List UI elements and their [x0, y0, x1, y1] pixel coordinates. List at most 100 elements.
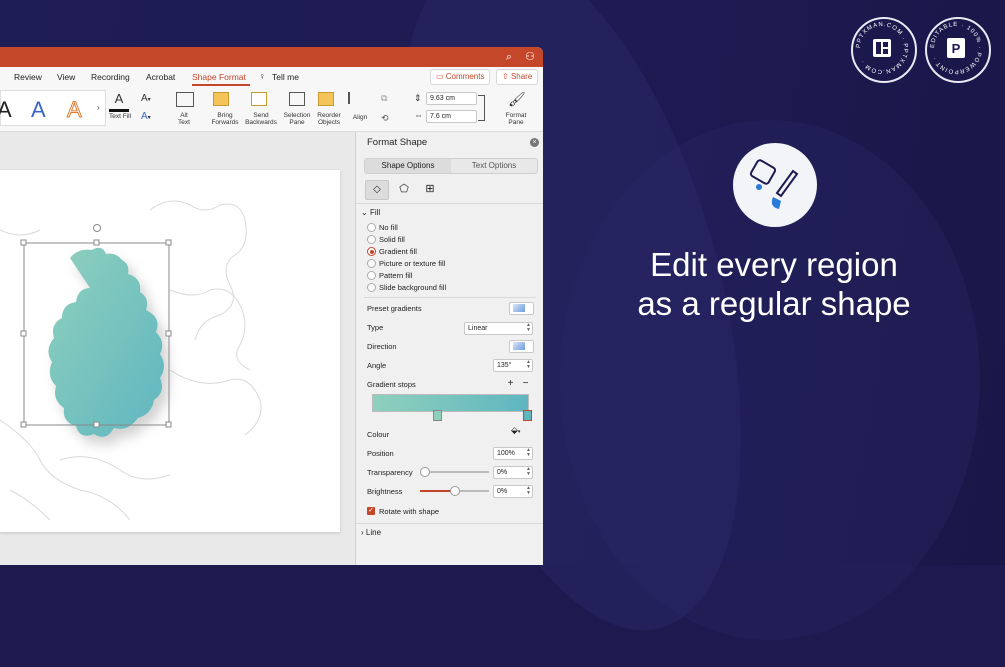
tab-review[interactable]: Review: [14, 72, 42, 82]
align-icon[interactable]: [348, 92, 366, 104]
colour-picker-icon[interactable]: ⬙▾: [511, 425, 531, 437]
direction-picker[interactable]: [509, 340, 534, 353]
pattern-fill-label[interactable]: Pattern fill: [379, 271, 412, 280]
tab-acrobat[interactable]: Acrobat: [146, 72, 175, 82]
size-properties-icon[interactable]: ⊞: [420, 180, 440, 198]
pattern-fill-radio[interactable]: [367, 271, 376, 280]
gradient-stop-handle-2[interactable]: [523, 410, 532, 421]
brightness-slider-thumb[interactable]: [450, 486, 460, 496]
preset-gradients-picker[interactable]: [509, 302, 534, 315]
chevron-down-icon: ⌄: [361, 208, 370, 217]
type-select[interactable]: Linear ▲ ▼: [464, 322, 533, 335]
slide-area: [0, 132, 355, 565]
lightbulb-icon: ♀: [259, 71, 266, 81]
bring-forwards-icon[interactable]: [213, 92, 229, 106]
spinner-icon: ▲ ▼: [526, 322, 531, 333]
spinner-icon: ▲ ▼: [526, 359, 531, 370]
active-tab-indicator: [192, 84, 250, 86]
bring-forwards-label[interactable]: Bring Forwards: [205, 112, 245, 126]
reorder-objects-icon[interactable]: [318, 92, 334, 106]
rotate-icon[interactable]: ⟲: [381, 113, 389, 124]
spinner-icon: ▲ ▼: [526, 485, 531, 496]
tab-view[interactable]: View: [57, 72, 75, 82]
text-fill-label[interactable]: Text Fill: [106, 113, 134, 120]
picture-fill-label[interactable]: Picture or texture fill: [379, 259, 445, 268]
angle-field[interactable]: 135° ▲ ▼: [493, 359, 533, 372]
line-section-header[interactable]: › Line: [361, 528, 381, 537]
gradient-fill-label[interactable]: Gradient fill: [379, 247, 417, 256]
wordart-style-black[interactable]: A: [0, 97, 12, 123]
gallery-more-icon[interactable]: ›: [97, 103, 100, 112]
tab-shape-format[interactable]: Shape Format: [192, 72, 246, 82]
brightness-label: Brightness: [367, 487, 403, 496]
tab-recording[interactable]: Recording: [91, 72, 130, 82]
headline-line-1: Edit every region: [650, 246, 898, 283]
alt-text-icon[interactable]: [176, 92, 194, 107]
alt-text-label[interactable]: Alt Text: [170, 112, 198, 126]
slide-background-fill-radio[interactable]: [367, 283, 376, 292]
picture-fill-radio[interactable]: [367, 259, 376, 268]
width-icon: ⇔: [414, 110, 423, 120]
group-icon[interactable]: ⧉: [381, 93, 387, 104]
angle-value: 135°: [497, 362, 512, 369]
collaborate-icon[interactable]: ⚇: [524, 51, 536, 63]
direction-label: Direction: [367, 342, 397, 351]
reorder-objects-label[interactable]: Reorder Objects: [310, 112, 348, 126]
position-field[interactable]: 100% ▲ ▼: [493, 447, 533, 460]
ribbon: A A A › A Text Fill A▾ A▾ Alt Text Bring…: [0, 87, 543, 132]
slide-canvas[interactable]: [0, 170, 340, 532]
format-pane-label[interactable]: Format Pane: [500, 112, 532, 126]
send-backwards-label[interactable]: Send Backwards: [241, 112, 281, 126]
transparency-label: Transparency: [367, 468, 413, 477]
comment-icon: ▭: [436, 72, 446, 81]
transparency-field[interactable]: 0% ▲ ▼: [493, 466, 533, 479]
fill-line-icon[interactable]: ◇: [365, 180, 389, 200]
rotation-handle[interactable]: [93, 224, 101, 232]
colour-label: Colour: [367, 430, 390, 439]
comments-label: Comments: [445, 72, 485, 81]
wordart-gallery[interactable]: A A A: [0, 90, 106, 126]
comments-button[interactable]: ▭ Comments: [430, 69, 491, 85]
height-icon: ⇕: [414, 93, 422, 103]
transparency-slider[interactable]: [422, 471, 489, 473]
headline-line-2: as a regular shape: [637, 285, 911, 322]
height-value: 9.63 cm: [430, 95, 455, 102]
text-fill-icon[interactable]: A: [109, 91, 129, 112]
wordart-style-orange[interactable]: A: [67, 97, 83, 123]
fill-section-header[interactable]: ⌄ Fill: [361, 208, 380, 217]
send-backwards-icon[interactable]: [251, 92, 267, 106]
gradient-stop-handle-1[interactable]: [433, 410, 442, 421]
width-field[interactable]: 7.6 cm: [426, 110, 477, 123]
brightness-field[interactable]: 0% ▲ ▼: [493, 485, 533, 498]
powerpoint-window: ⌕ ⚇ Review View Recording Acrobat Shape …: [0, 47, 543, 565]
selection-pane-icon[interactable]: [289, 92, 305, 106]
solid-fill-radio[interactable]: [367, 235, 376, 244]
no-fill-label[interactable]: No fill: [379, 223, 398, 232]
remove-stop-button[interactable]: −: [520, 378, 531, 389]
height-field[interactable]: 9.63 cm: [426, 92, 477, 105]
text-effects-icon[interactable]: A▾: [141, 111, 151, 122]
add-stop-button[interactable]: +: [505, 378, 516, 389]
slide-background-fill-label[interactable]: Slide background fill: [379, 283, 446, 292]
close-icon[interactable]: ×: [530, 138, 539, 147]
pane-title: Format Shape: [367, 137, 428, 148]
rotate-with-shape-checkbox[interactable]: ✓: [367, 507, 375, 515]
transparency-slider-thumb[interactable]: [420, 467, 430, 477]
format-pane-icon[interactable]: 🖌: [508, 91, 526, 108]
effects-icon[interactable]: ⬠: [394, 180, 414, 198]
gradient-stops-bar[interactable]: [372, 394, 529, 412]
tab-shape-options[interactable]: Shape Options: [365, 159, 451, 173]
tab-text-options[interactable]: Text Options: [451, 159, 537, 173]
align-label[interactable]: Align: [346, 114, 374, 121]
lock-aspect-icon[interactable]: [478, 95, 485, 121]
gradient-fill-radio[interactable]: [367, 247, 376, 256]
search-icon[interactable]: ⌕: [503, 51, 515, 63]
rotate-with-shape-label[interactable]: Rotate with shape: [379, 507, 439, 516]
wordart-style-blue[interactable]: A: [31, 97, 46, 123]
solid-fill-label[interactable]: Solid fill: [379, 235, 405, 244]
text-outline-icon[interactable]: A▾: [141, 93, 151, 104]
tell-me-search[interactable]: Tell me: [272, 72, 299, 82]
no-fill-radio[interactable]: [367, 223, 376, 232]
share-button[interactable]: ⇧ Share: [496, 69, 539, 85]
map-region-shape[interactable]: [48, 247, 164, 437]
